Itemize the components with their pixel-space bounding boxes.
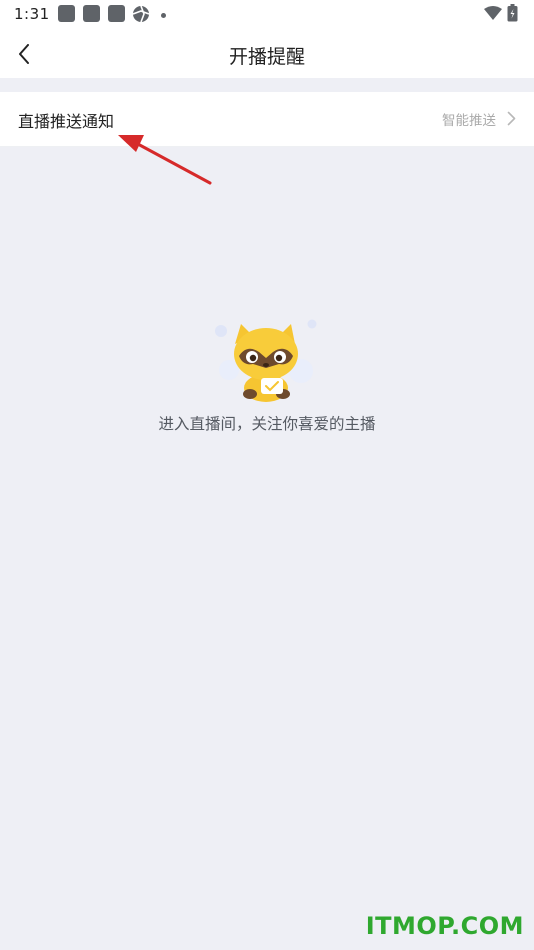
notification-app-icon [58, 5, 75, 22]
chevron-right-icon [507, 111, 516, 126]
notification-app-icon [108, 5, 125, 22]
page-title: 开播提醒 [228, 46, 305, 68]
header-bar: 开播提醒 [0, 30, 534, 78]
notification-app-icon [83, 5, 100, 22]
more-notifications-dot [161, 13, 166, 18]
status-bar: 1:31 [0, 0, 534, 30]
watermark: ITMOP.COM [365, 912, 524, 940]
wifi-icon [484, 6, 502, 20]
status-time: 1:31 [14, 5, 50, 23]
aperture-icon [132, 5, 150, 23]
live-push-notification-row[interactable]: 直播推送通知 智能推送 [0, 92, 534, 147]
battery-icon [507, 4, 518, 22]
raccoon-mascot-icon [215, 319, 317, 402]
row-label: 直播推送通知 [18, 112, 115, 131]
empty-state-message: 进入直播间，关注你喜爱的主播 [158, 415, 376, 433]
row-value: 智能推送 [442, 113, 496, 129]
